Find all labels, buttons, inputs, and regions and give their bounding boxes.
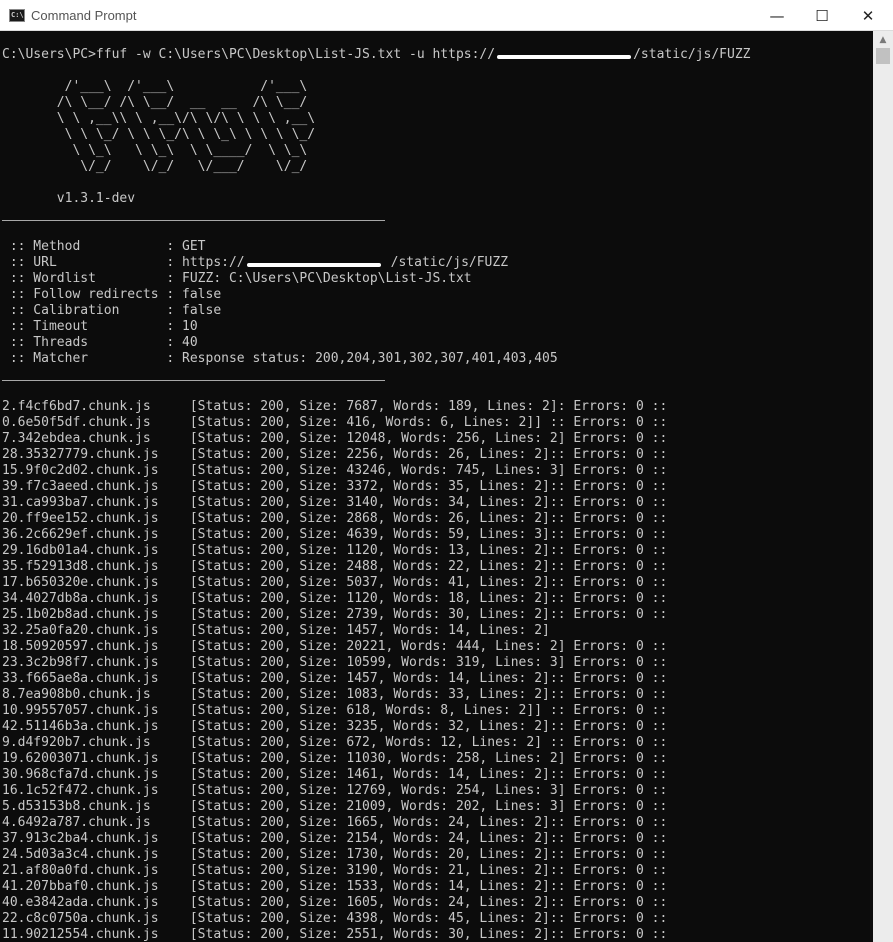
result-line: 24.5d03a3c4.chunk.js [Status: 200, Size:… — [2, 847, 668, 862]
result-line: 25.1b02b8ad.chunk.js [Status: 200, Size:… — [2, 607, 668, 622]
result-line: 30.968cfa7d.chunk.js [Status: 200, Size:… — [2, 767, 668, 782]
minimize-icon: — — [769, 6, 785, 25]
result-line: 17.b650320e.chunk.js [Status: 200, Size:… — [2, 575, 668, 590]
window-title: Command Prompt — [31, 8, 137, 23]
result-line: 28.35327779.chunk.js [Status: 200, Size:… — [2, 447, 668, 462]
redacted-host — [245, 255, 391, 271]
config-url-path: /static/js/FUZZ — [390, 255, 509, 270]
maximize-icon: ☐ — [815, 6, 829, 25]
result-line: 33.f665ae8a.chunk.js [Status: 200, Size:… — [2, 671, 668, 686]
result-line: 16.1c52f472.chunk.js [Status: 200, Size:… — [2, 783, 668, 798]
result-line: 32.25a0fa20.chunk.js [Status: 200, Size:… — [2, 623, 550, 638]
result-line: 18.50920597.chunk.js [Status: 200, Size:… — [2, 639, 668, 654]
banner-line: \/_/ \/_/ \/___/ \/_/ — [2, 159, 308, 174]
result-line: 41.207bbaf0.chunk.js [Status: 200, Size:… — [2, 879, 668, 894]
title-bar[interactable]: C:\ Command Prompt — ☐ ✕ — [0, 0, 893, 31]
result-line: 36.2c6629ef.chunk.js [Status: 200, Size:… — [2, 527, 668, 542]
divider — [2, 380, 385, 381]
maximize-button[interactable]: ☐ — [799, 0, 845, 31]
result-line: 0.6e50f5df.chunk.js [Status: 200, Size: … — [2, 415, 668, 430]
config-method: :: Method : GET — [2, 239, 206, 254]
redacted-host — [495, 47, 633, 63]
close-icon: ✕ — [861, 6, 875, 25]
result-line: 8.7ea908b0.chunk.js [Status: 200, Size: … — [2, 687, 668, 702]
result-line: 39.f7c3aeed.chunk.js [Status: 200, Size:… — [2, 479, 668, 494]
config-follow-redirects: :: Follow redirects : false — [2, 287, 222, 302]
result-line: 11.90212554.chunk.js [Status: 200, Size:… — [2, 927, 668, 942]
banner-line: /\ \__/ /\ \__/ __ __ /\ \__/ — [2, 95, 308, 110]
scroll-up-button[interactable]: ▲ — [873, 31, 893, 48]
result-line: 5.d53153b8.chunk.js [Status: 200, Size: … — [2, 799, 668, 814]
cmd-icon: C:\ — [9, 9, 25, 22]
console-output[interactable]: C:\Users\PC>ffuf -w C:\Users\PC\Desktop\… — [0, 31, 873, 942]
result-line: 40.e3842ada.chunk.js [Status: 200, Size:… — [2, 895, 668, 910]
result-line: 31.ca993ba7.chunk.js [Status: 200, Size:… — [2, 495, 668, 510]
result-line: 4.6492a787.chunk.js [Status: 200, Size: … — [2, 815, 668, 830]
result-line: 21.af80a0fd.chunk.js [Status: 200, Size:… — [2, 863, 668, 878]
result-line: 19.62003071.chunk.js [Status: 200, Size:… — [2, 751, 668, 766]
banner-line: \ \ \_/ \ \ \_/\ \ \_\ \ \ \ \_/ — [2, 127, 316, 142]
result-line: 10.99557057.chunk.js [Status: 200, Size:… — [2, 703, 668, 718]
result-line: 15.9f0c2d02.chunk.js [Status: 200, Size:… — [2, 463, 668, 478]
result-line: 2.f4cf6bd7.chunk.js [Status: 200, Size: … — [2, 399, 668, 414]
vertical-scrollbar[interactable]: ▲ — [873, 31, 893, 942]
config-wordlist: :: Wordlist : FUZZ: C:\Users\PC\Desktop\… — [2, 271, 472, 286]
config-timeout: :: Timeout : 10 — [2, 319, 198, 334]
minimize-button[interactable]: — — [754, 0, 800, 31]
result-line: 35.f52913d8.chunk.js [Status: 200, Size:… — [2, 559, 668, 574]
config-matcher: :: Matcher : Response status: 200,204,30… — [2, 351, 558, 366]
result-line: 22.c8c0750a.chunk.js [Status: 200, Size:… — [2, 911, 668, 926]
result-line: 42.51146b3a.chunk.js [Status: 200, Size:… — [2, 719, 668, 734]
result-line: 20.ff9ee152.chunk.js [Status: 200, Size:… — [2, 511, 668, 526]
command-line: C:\Users\PC>ffuf -w C:\Users\PC\Desktop\… — [2, 47, 751, 63]
version-text: v1.3.1-dev — [2, 191, 136, 206]
banner-line: \ \ ,__\\ \ ,__\/\ \/\ \ \ \ ,__\ — [2, 111, 316, 126]
command-text: C:\Users\PC>ffuf -w C:\Users\PC\Desktop\… — [2, 47, 496, 62]
result-line: 34.4027db8a.chunk.js [Status: 200, Size:… — [2, 591, 668, 606]
close-button[interactable]: ✕ — [845, 0, 891, 31]
result-line: 7.342ebdea.chunk.js [Status: 200, Size: … — [2, 431, 668, 446]
divider — [2, 220, 385, 221]
scrollbar-thumb[interactable] — [876, 48, 890, 64]
config-url: :: URL : https:// /static/js/FUZZ — [2, 255, 508, 271]
banner-line: /'___\ /'___\ /'___\ — [2, 79, 308, 94]
result-line: 23.3c2b98f7.chunk.js [Status: 200, Size:… — [2, 655, 668, 670]
command-path: /static/js/FUZZ — [633, 47, 751, 62]
config-calibration: :: Calibration : false — [2, 303, 222, 318]
result-line: 9.d4f920b7.chunk.js [Status: 200, Size: … — [2, 735, 668, 750]
scroll-up-icon: ▲ — [879, 34, 887, 45]
config-url-label: :: URL : https:// — [2, 255, 245, 270]
result-line: 37.913c2ba4.chunk.js [Status: 200, Size:… — [2, 831, 668, 846]
result-line: 29.16db01a4.chunk.js [Status: 200, Size:… — [2, 543, 668, 558]
config-threads: :: Threads : 40 — [2, 335, 198, 350]
banner-line: \ \_\ \ \_\ \ \____/ \ \_\ — [2, 143, 308, 158]
